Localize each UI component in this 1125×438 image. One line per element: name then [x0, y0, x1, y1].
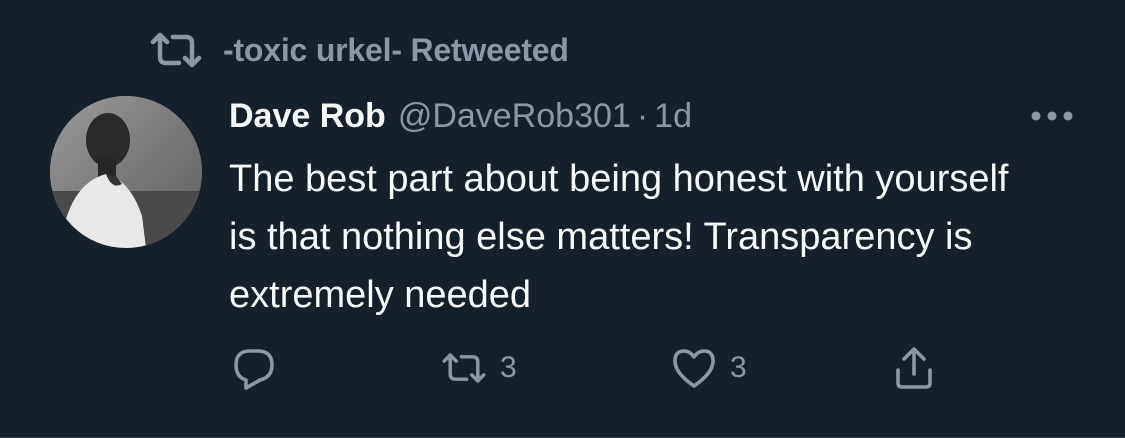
- retweet-icon: [147, 28, 205, 72]
- avatar-photo: [50, 96, 202, 248]
- retweet-context-label: -toxic urkel- Retweeted: [223, 31, 569, 68]
- more-icon: [1031, 111, 1073, 121]
- user-handle[interactable]: @DaveRob301: [398, 97, 631, 136]
- reply-button[interactable]: [228, 340, 290, 396]
- share-button[interactable]: [888, 340, 940, 396]
- reply-icon: [228, 342, 280, 394]
- tweet[interactable]: -toxic urkel- Retweeted Dave Rob @DaveRo…: [0, 0, 1125, 438]
- retweet-count: 3: [500, 351, 517, 384]
- heart-icon: [668, 342, 720, 394]
- tweet-actions: 3 3: [228, 340, 988, 396]
- share-icon: [888, 342, 940, 394]
- retweet-context[interactable]: -toxic urkel- Retweeted: [147, 28, 569, 72]
- tweet-text: The best part about being honest with yo…: [229, 158, 1009, 316]
- like-button[interactable]: 3: [668, 340, 747, 396]
- tweet-header: Dave Rob @DaveRob301 · 1d: [229, 92, 692, 140]
- more-button[interactable]: [1028, 100, 1076, 132]
- retweet-icon: [438, 342, 490, 394]
- timestamp[interactable]: 1d: [654, 97, 692, 136]
- like-count: 3: [730, 351, 747, 384]
- separator-dot: ·: [636, 96, 649, 135]
- retweet-button[interactable]: 3: [438, 340, 517, 396]
- display-name[interactable]: Dave Rob: [229, 97, 386, 136]
- avatar[interactable]: [50, 96, 202, 248]
